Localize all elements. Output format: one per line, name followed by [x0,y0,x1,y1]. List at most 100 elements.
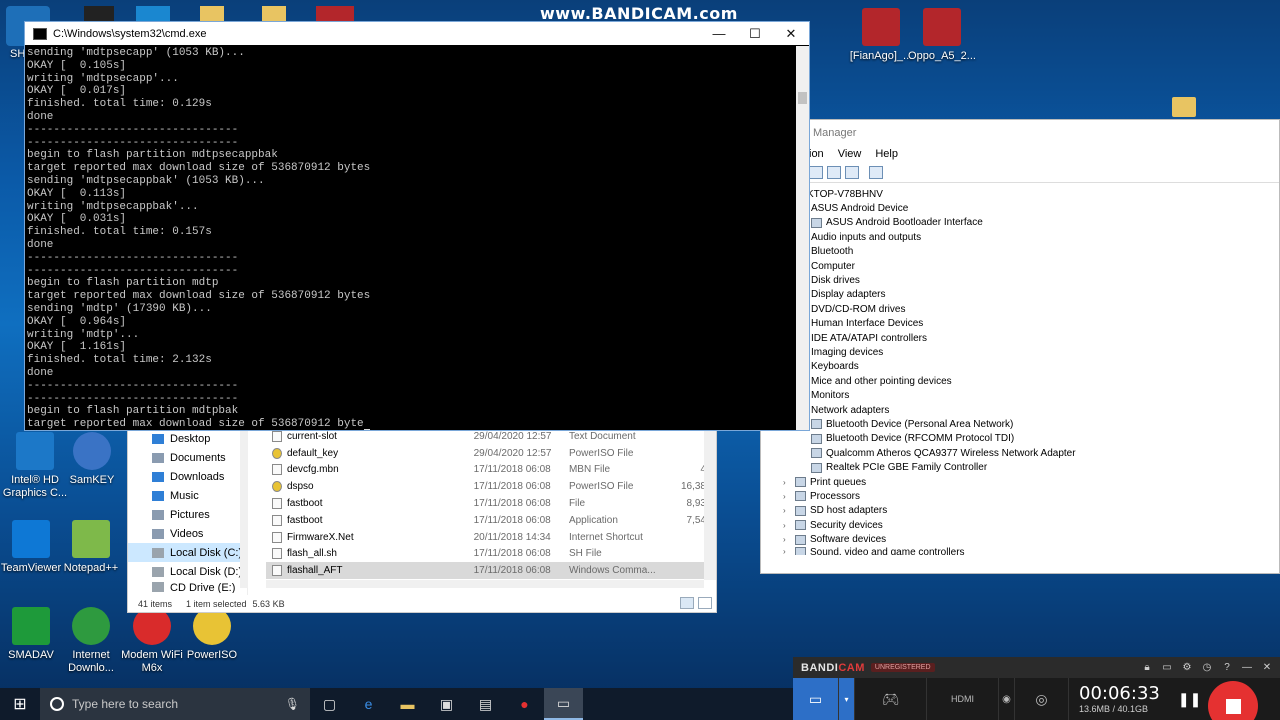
tree-node[interactable]: Mice and other pointing devices [807,374,1277,388]
archive-icon[interactable] [316,6,354,22]
large-icons-view-icon[interactable] [698,597,712,609]
file-explorer-window[interactable]: Desktop Documents Downloads Music Pictur… [127,427,717,613]
screen-mode-button[interactable]: ▭ [793,678,839,720]
tree-node[interactable]: Bluetooth Device (Personal Area Network) [807,417,1277,431]
nav-item-downloads[interactable]: Downloads [128,467,247,486]
tree-node-computer[interactable]: KTOP-V78BHNV [807,187,1277,201]
console-output[interactable]: sending 'mdtpsecapp' (1053 KB)... OKAY [ … [27,46,795,430]
cmd-scrollbar[interactable] [796,46,809,430]
bandicam-panel[interactable]: BANDICAM UNREGISTERED 🔒︎ ▭ ⚙ ◷ ? — ✕ ▭ ▾… [793,657,1280,720]
tree-node[interactable]: › SD host adapters [783,504,1277,518]
chevron-right-icon[interactable]: › [783,521,793,530]
file-row[interactable]: fastboot 17/11/2018 06:08 File 8,93 [266,495,706,512]
tree-node[interactable]: Disk drives [807,273,1277,287]
desktop-icon-partial[interactable] [84,6,114,22]
desktop-icon-idm[interactable]: Internet Downlo... [56,607,126,675]
help-icon[interactable] [827,166,841,179]
minimize-icon[interactable]: — [1240,662,1254,674]
tree-node[interactable]: Display adapters [807,288,1277,302]
pause-button[interactable]: ❚❚ [1178,691,1201,708]
tree-node[interactable]: › Sound, video and game controllers [783,546,1277,555]
menu-help[interactable]: Help [875,148,898,160]
file-row[interactable]: flash_all.sh 17/11/2018 06:08 SH File [266,546,706,563]
help-icon[interactable]: ? [1220,662,1234,674]
chevron-right-icon[interactable]: › [783,506,793,515]
close-button[interactable]: ✕ [773,26,809,42]
game-mode-button[interactable]: 🎮︎ [855,678,927,720]
file-row[interactable]: fastboot 17/11/2018 06:08 Application 7,54 [266,512,706,529]
chevron-right-icon[interactable]: › [783,478,793,487]
file-row[interactable]: devcfg.mbn 17/11/2018 06:08 MBN File 4 [266,462,706,479]
edge-icon[interactable]: e [349,688,388,720]
tree-node[interactable]: Imaging devices [807,345,1277,359]
details-view-icon[interactable] [680,597,694,609]
monitor-icon[interactable] [869,166,883,179]
tree-node[interactable]: Realtek PCIe GBE Family Controller [807,460,1277,474]
tree-node[interactable]: DVD/CD-ROM drives [807,302,1277,316]
close-icon[interactable]: ✕ [1260,662,1274,674]
tree-node[interactable]: Human Interface Devices [807,317,1277,331]
store-icon[interactable]: ▣ [427,688,466,720]
menu-view[interactable]: View [838,148,862,160]
settings-icon[interactable]: ⚙ [1180,662,1194,674]
bandicam-taskbar-icon[interactable]: ● [505,688,544,720]
file-explorer-icon[interactable]: ▬ [388,688,427,720]
tree-node[interactable]: Keyboards [807,360,1277,374]
chevron-down-icon[interactable]: ▾ [839,678,855,720]
desktop-icon-partial[interactable] [136,6,170,22]
tree-node[interactable]: › Print queues [783,475,1277,489]
tree-node[interactable]: ASUS Android Device [807,201,1277,215]
nav-item-cd-drive[interactable]: CD Drive (E:) [128,581,247,593]
nav-item-pictures[interactable]: Pictures [128,505,247,524]
cmd-window[interactable]: C:\Windows\system32\cmd.exe — ☐ ✕ sendin… [24,21,810,431]
nav-item-local-disk-d[interactable]: Local Disk (D:) [128,562,247,581]
chevron-right-icon[interactable]: › [783,547,793,555]
device-manager-taskbar-icon[interactable]: ▤ [466,688,505,720]
chevron-right-icon[interactable]: › [783,492,793,501]
nav-item-local-disk-c[interactable]: Local Disk (C:) [128,543,247,562]
file-list-vertical-scrollbar[interactable] [704,428,716,580]
tree-node[interactable]: › Software devices [783,532,1277,546]
folder-icon[interactable] [1172,97,1196,117]
microphone-icon[interactable]: 🎙︎ [285,697,300,711]
desktop-icon-poweriso[interactable]: PowerISO [177,607,247,662]
webcam-icon[interactable]: ◎ [1015,678,1069,720]
windows-start-icon[interactable]: ⊞ [0,688,40,720]
file-list-horizontal-scrollbar[interactable] [266,580,704,588]
hdmi-mode-button[interactable]: HDMI [927,678,999,720]
file-row[interactable]: dspso 17/11/2018 06:08 PowerISO File 16,38 [266,478,706,495]
nav-item-music[interactable]: Music [128,486,247,505]
folder-icon[interactable]: ▭ [1160,662,1174,674]
desktop-icon-archive-1[interactable]: [FianAgo]_... [846,8,916,63]
tree-node[interactable]: › Security devices [783,518,1277,532]
menu-action[interactable]: ion [809,148,824,160]
desktop-icon-samkey[interactable]: SamKEY [57,432,127,487]
tree-node[interactable]: Computer [807,259,1277,273]
task-view-icon[interactable]: ▢ [310,688,349,720]
folder-icon[interactable] [262,6,286,22]
tree-node[interactable]: Bluetooth Device (RFCOMM Protocol TDI) [807,432,1277,446]
timer-icon[interactable]: ◷ [1200,662,1214,674]
tree-node[interactable]: Network adapters [807,403,1277,417]
file-row-selected[interactable]: flashall_AFT 17/11/2018 06:08 Windows Comm… [266,562,706,580]
desktop-icon-archive-2[interactable]: Oppo_A5_2... [907,8,977,63]
cmd-taskbar-icon[interactable]: ▭ [544,688,583,720]
nav-scrollbar[interactable] [240,428,248,588]
file-row[interactable]: FirmwareX.Net 20/11/2018 14:34 Internet Sh… [266,529,706,546]
tree-node[interactable]: Qualcomm Atheros QCA9377 Wireless Networ… [807,446,1277,460]
scrollbar-thumb[interactable] [798,92,807,104]
cmd-title-bar[interactable]: C:\Windows\system32\cmd.exe — ☐ ✕ [25,22,809,45]
file-row[interactable]: default_key 29/04/2020 12:57 PowerISO File [266,445,706,462]
tree-node[interactable]: Audio inputs and outputs [807,230,1277,244]
nav-item-desktop[interactable]: Desktop [128,430,247,448]
tree-node[interactable]: › Processors [783,489,1277,503]
minimize-button[interactable]: — [701,26,737,41]
maximize-button[interactable]: ☐ [737,26,773,42]
tree-node[interactable]: IDE ATA/ATAPI controllers [807,331,1277,345]
update-driver-icon[interactable] [845,166,859,179]
device-manager-window[interactable]: Manager ion View Help KTOP-V78BHNV ASUS … [760,119,1280,574]
lock-icon[interactable]: 🔒︎ [1140,662,1154,674]
nav-item-documents[interactable]: Documents [128,448,247,467]
tree-node[interactable]: ASUS Android Bootloader Interface [807,216,1277,230]
tree-node[interactable]: Bluetooth [807,245,1277,259]
